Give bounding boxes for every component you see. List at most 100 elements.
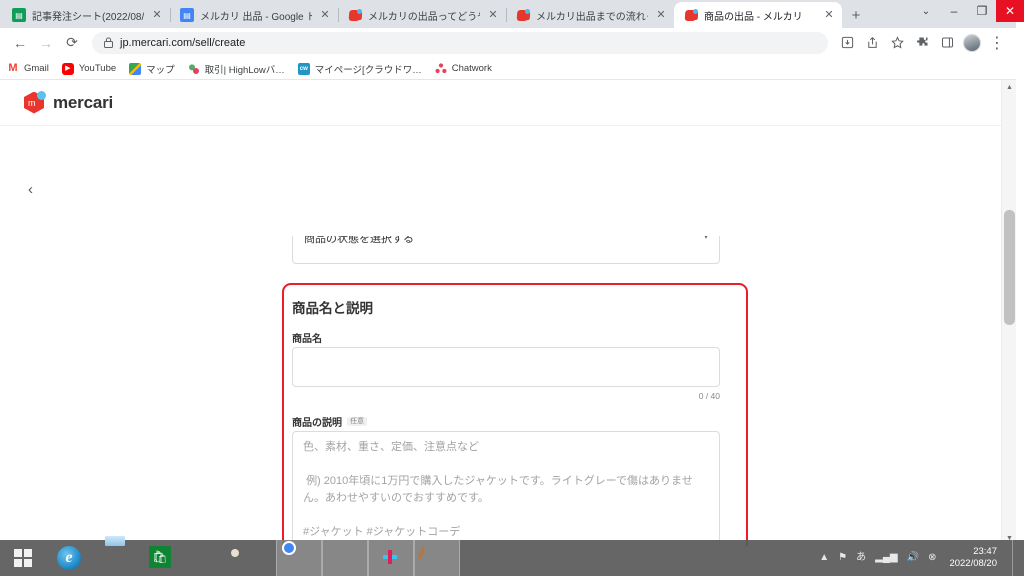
- sell-create-form: ‹ 商品の状態を選択する ▾ 商品名と説明 商品名 0 / 40 商品の説明 任…: [0, 126, 1016, 546]
- maps-icon: [195, 546, 219, 570]
- tab-title: メルカリ 出品 - Google ドキュメ: [200, 11, 312, 23]
- tray-action-center-icon[interactable]: ⊗: [928, 553, 936, 563]
- mercari-icon: [516, 8, 530, 22]
- tray-ime-icon[interactable]: あ: [856, 553, 866, 563]
- tab-close-icon[interactable]: ✕: [318, 9, 332, 21]
- tray-volume-icon[interactable]: 🔊: [907, 553, 919, 563]
- bookmark-chatwork[interactable]: Chatwork: [435, 62, 492, 75]
- taskbar-file-explorer[interactable]: [92, 540, 138, 576]
- browser-toolbar: ← → ⟳ jp.mercari.com/sell/create ⋮: [0, 28, 1016, 58]
- bookmarks-bar: M Gmail ▶ YouTube マップ 取引| HighLowバ… cw マ…: [0, 58, 1016, 80]
- browser-tab[interactable]: メルカリの出品ってどうやるの？初 ✕: [338, 2, 506, 28]
- clock-date: 2022/08/20: [949, 558, 997, 569]
- tray-network-icon[interactable]: ▂▄▆: [875, 553, 897, 563]
- taskbar-slack[interactable]: [368, 540, 414, 576]
- bookmark-star-icon[interactable]: [886, 32, 908, 54]
- tray-flag-icon[interactable]: ⚑: [838, 553, 847, 563]
- edge-icon: [333, 546, 357, 570]
- item-name-input[interactable]: [292, 347, 720, 387]
- clock-time: 23:47: [973, 546, 997, 558]
- sheets-icon: ▤: [12, 8, 26, 22]
- taskbar-clock[interactable]: 23:47 2022/08/20: [945, 546, 1003, 570]
- browser-tab[interactable]: メルカリ出品までの流れ･売り方 - ✕: [506, 2, 674, 28]
- system-tray: ▲ ⚑ あ ▂▄▆ 🔊 ⊗ 23:47 2022/08/20: [819, 540, 1024, 576]
- mercari-icon: [348, 8, 362, 22]
- tab-title: 商品の出品 - メルカリ: [704, 11, 803, 23]
- chevron-down-icon: ▾: [703, 236, 708, 241]
- bookmark-crowdworks[interactable]: cw マイページ[クラウドワ…: [297, 62, 422, 76]
- taskbar-notes[interactable]: [230, 540, 276, 576]
- browser-tab[interactable]: ▤ メルカリ 出品 - Google ドキュメ ✕: [170, 2, 338, 28]
- tab-close-icon[interactable]: ✕: [822, 9, 836, 21]
- taskbar-internet-explorer[interactable]: e: [46, 540, 92, 576]
- item-condition-select[interactable]: 商品の状態を選択する ▾: [292, 236, 720, 264]
- label-item-name: 商品名: [292, 330, 322, 345]
- browser-tab-active[interactable]: 商品の出品 - メルカリ ✕: [674, 2, 842, 28]
- side-panel-icon[interactable]: [936, 32, 958, 54]
- taskbar-edge[interactable]: [322, 540, 368, 576]
- taskbar-maps[interactable]: [184, 540, 230, 576]
- mercari-site-header: mercari: [0, 80, 1016, 126]
- window-minimize-button[interactable]: –: [940, 0, 968, 22]
- mercari-logo[interactable]: mercari: [24, 90, 114, 115]
- profile-avatar[interactable]: [961, 32, 983, 54]
- chatwork-icon: [435, 62, 447, 75]
- page-scrollbar[interactable]: ▲ ▼: [1001, 80, 1016, 546]
- toolbar-icon-group: ⋮: [836, 32, 1008, 54]
- window-maximize-button[interactable]: ❐: [968, 0, 996, 22]
- mercari-icon: [684, 8, 698, 22]
- taskbar-chrome[interactable]: [276, 540, 322, 576]
- window-controls: ⌄ – ❐ ✕: [912, 0, 1024, 22]
- show-desktop-button[interactable]: [1012, 540, 1018, 576]
- bookmark-label: Gmail: [24, 63, 49, 74]
- new-tab-button[interactable]: +: [842, 2, 870, 28]
- chrome-menu-icon[interactable]: ⋮: [986, 32, 1008, 54]
- section-title-name-description: 商品名と説明: [292, 301, 373, 316]
- reload-button[interactable]: ⟳: [60, 31, 84, 55]
- scrollbar-thumb[interactable]: [1004, 210, 1015, 325]
- bookmark-label: マップ: [146, 64, 175, 76]
- paint-icon: [425, 546, 449, 570]
- bookmark-gmail[interactable]: M Gmail: [7, 62, 49, 75]
- label-item-name-text: 商品名: [292, 334, 322, 345]
- bookmark-highlow[interactable]: 取引| HighLowバ…: [188, 62, 285, 76]
- bookmark-label: YouTube: [78, 63, 117, 74]
- google-maps-icon: [129, 62, 142, 75]
- bookmark-label: 取引| HighLowバ…: [204, 64, 285, 76]
- start-button[interactable]: [0, 540, 46, 576]
- item-description-textarea[interactable]: [292, 431, 720, 546]
- label-item-description-text: 商品の説明: [292, 418, 342, 429]
- install-icon[interactable]: [836, 32, 858, 54]
- gmail-icon: M: [7, 62, 19, 75]
- youtube-icon: ▶: [61, 62, 74, 75]
- file-explorer-icon: [103, 546, 127, 570]
- slack-icon: [379, 546, 403, 570]
- forward-button[interactable]: →: [34, 31, 58, 55]
- back-chevron-icon[interactable]: ‹: [28, 182, 33, 197]
- chrome-icon: [287, 546, 311, 570]
- windows-logo-icon: [14, 549, 32, 567]
- tray-overflow-icon[interactable]: ▲: [819, 553, 829, 563]
- tab-search-caret-icon[interactable]: ⌄: [912, 0, 940, 22]
- scrollbar-up-arrow-icon[interactable]: ▲: [1002, 80, 1016, 95]
- bookmark-youtube[interactable]: ▶ YouTube: [61, 62, 117, 75]
- bookmark-label: Chatwork: [451, 63, 492, 74]
- taskbar-paint[interactable]: [414, 540, 460, 576]
- share-icon[interactable]: [861, 32, 883, 54]
- address-bar[interactable]: jp.mercari.com/sell/create: [92, 31, 828, 54]
- tab-close-icon[interactable]: ✕: [486, 9, 500, 21]
- browser-tab[interactable]: ▤ 記事発注シート(2022/08/01~ ✕: [2, 2, 170, 28]
- address-bar-url: jp.mercari.com/sell/create: [120, 36, 246, 49]
- back-button[interactable]: ←: [8, 31, 32, 55]
- docs-icon: ▤: [180, 8, 194, 22]
- window-close-button[interactable]: ✕: [996, 0, 1024, 22]
- page-viewport: mercari ‹ 商品の状態を選択する ▾ 商品名と説明 商品名 0 / 40…: [0, 80, 1016, 546]
- bookmark-maps[interactable]: マップ: [129, 62, 175, 76]
- extensions-puzzle-icon[interactable]: [911, 32, 933, 54]
- notes-icon: [241, 546, 265, 570]
- tab-close-icon[interactable]: ✕: [654, 9, 668, 21]
- mercari-wordmark: mercari: [53, 92, 114, 112]
- tab-close-icon[interactable]: ✕: [150, 9, 164, 21]
- taskbar-microsoft-store[interactable]: 🛍: [138, 540, 184, 576]
- mercari-mark-icon: [24, 90, 46, 115]
